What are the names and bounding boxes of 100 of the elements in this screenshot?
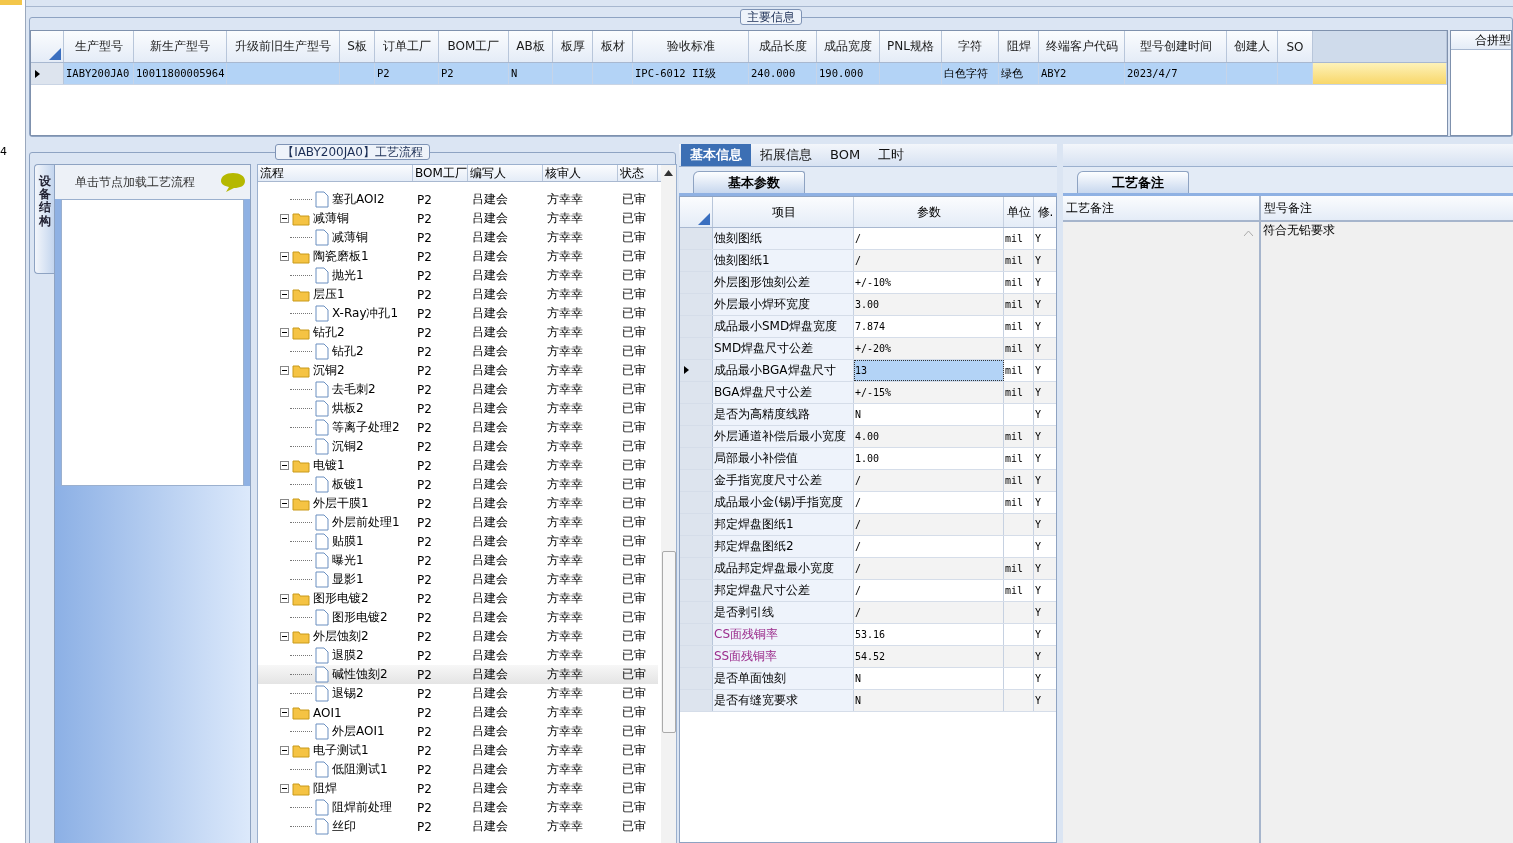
scrollbar[interactable] <box>661 165 676 843</box>
tree-row[interactable]: 阻焊前处理 P2 吕建会 方幸幸 已审 <box>258 798 658 817</box>
row-header[interactable] <box>31 63 64 84</box>
tree-row[interactable]: 阻焊 P2 吕建会 方幸幸 已审 <box>258 779 658 798</box>
scroll-up-icon[interactable] <box>664 170 673 176</box>
tree-row[interactable]: 退锡2 P2 吕建会 方幸幸 已审 <box>258 684 658 703</box>
column-header[interactable]: 核审人 <box>543 165 618 181</box>
tree-row[interactable]: X-Ray冲孔1 P2 吕建会 方幸幸 已审 <box>258 304 658 323</box>
column-header[interactable]: 单位 <box>1004 197 1034 227</box>
column-header[interactable]: 型号创建时间 <box>1125 31 1227 62</box>
tree-row[interactable]: 曝光1 P2 吕建会 方幸幸 已审 <box>258 551 658 570</box>
scroll-thumb[interactable] <box>661 551 676 733</box>
tree-row[interactable]: AOI1 P2 吕建会 方幸幸 已审 <box>258 703 658 722</box>
tree-row[interactable]: 电镀1 P2 吕建会 方幸幸 已审 <box>258 456 658 475</box>
table-cell[interactable]: / <box>854 470 1004 491</box>
table-cell[interactable]: / <box>854 602 1004 623</box>
collapse-icon[interactable] <box>280 594 289 603</box>
tree-row[interactable]: 外层蚀刻2 P2 吕建会 方幸幸 已审 <box>258 627 658 646</box>
column-header[interactable]: 板材 <box>593 31 633 62</box>
vertical-tab[interactable]: 设备结构 <box>34 164 54 274</box>
table-cell[interactable]: 13 <box>854 360 1004 381</box>
tree-row[interactable]: 图形电镀2 P2 吕建会 方幸幸 已审 <box>258 589 658 608</box>
column-header[interactable]: 升级前旧生产型号 <box>227 31 340 62</box>
tree-row[interactable]: 丝印 P2 吕建会 方幸幸 已审 <box>258 817 658 836</box>
table-cell[interactable]: / <box>854 558 1004 579</box>
collapse-icon[interactable] <box>280 708 289 717</box>
tab[interactable]: 基本参数 <box>693 171 805 193</box>
tree-row[interactable]: 电子测试1 P2 吕建会 方幸幸 已审 <box>258 741 658 760</box>
column-header[interactable]: PNL规格 <box>880 31 942 62</box>
column-header[interactable]: 验收标准 <box>633 31 749 62</box>
tree-row[interactable]: 退膜2 P2 吕建会 方幸幸 已审 <box>258 646 658 665</box>
tree-row[interactable]: 钻孔2 P2 吕建会 方幸幸 已审 <box>258 323 658 342</box>
column-header[interactable]: BOM工厂 <box>413 165 468 181</box>
tree-row[interactable]: 沉铜2 P2 吕建会 方幸幸 已审 <box>258 437 658 456</box>
text-area[interactable]: 符合无铅要求 <box>1261 222 1513 843</box>
collapse-icon[interactable] <box>280 784 289 793</box>
table-cell[interactable]: 1.00 <box>854 448 1004 469</box>
collapse-icon[interactable] <box>280 328 289 337</box>
table-cell[interactable]: / <box>854 514 1004 535</box>
column-header[interactable]: 参数 <box>854 197 1004 227</box>
tree-row[interactable]: 贴膜1 P2 吕建会 方幸幸 已审 <box>258 532 658 551</box>
table-cell[interactable]: N <box>854 404 1004 425</box>
collapse-icon[interactable] <box>280 461 289 470</box>
tree-row[interactable]: 沉铜2 P2 吕建会 方幸幸 已审 <box>258 361 658 380</box>
tree-row[interactable]: 图形电镀2 P2 吕建会 方幸幸 已审 <box>258 608 658 627</box>
tree-row[interactable]: 抛光1 P2 吕建会 方幸幸 已审 <box>258 266 658 285</box>
tree-row[interactable]: 碱性蚀刻2 P2 吕建会 方幸幸 已审 <box>258 665 658 684</box>
tree-row[interactable]: 去毛刺2 P2 吕建会 方幸幸 已审 <box>258 380 658 399</box>
table-cell[interactable]: N <box>854 668 1004 689</box>
column-header[interactable]: 阻焊 <box>999 31 1039 62</box>
tree-row[interactable]: 外层干膜1 P2 吕建会 方幸幸 已审 <box>258 494 658 513</box>
tree-row[interactable]: 层压1 P2 吕建会 方幸幸 已审 <box>258 285 658 304</box>
column-header[interactable]: 项目 <box>713 197 854 227</box>
collapse-icon[interactable] <box>280 632 289 641</box>
tree-row[interactable]: 低阻测试1 P2 吕建会 方幸幸 已审 <box>258 760 658 779</box>
table-cell[interactable]: / <box>854 228 1004 249</box>
collapse-icon[interactable] <box>280 252 289 261</box>
table-cell[interactable]: +/-15% <box>854 382 1004 403</box>
column-header[interactable]: 成品宽度 <box>817 31 880 62</box>
column-header[interactable]: 新生产型号 <box>134 31 227 62</box>
tab[interactable]: 工艺备注 <box>1077 171 1189 193</box>
table-cell[interactable]: 54.52 <box>854 646 1004 667</box>
tree-row[interactable]: 烘板2 P2 吕建会 方幸幸 已审 <box>258 399 658 418</box>
column-header[interactable]: 终端客户代码 <box>1039 31 1125 62</box>
column-header[interactable]: 字符 <box>942 31 999 62</box>
table-cell[interactable]: +/-10% <box>854 272 1004 293</box>
table-cell[interactable]: N <box>854 690 1004 711</box>
tab[interactable]: 基本信息 <box>681 144 751 166</box>
tree-row[interactable]: 等离子处理2 P2 吕建会 方幸幸 已审 <box>258 418 658 437</box>
column-header[interactable]: 创建人 <box>1227 31 1278 62</box>
row-header[interactable] <box>680 360 713 381</box>
column-header[interactable]: 板厚 <box>553 31 593 62</box>
column-header[interactable]: BOM工厂 <box>439 31 509 62</box>
tree-row[interactable]: 钻孔2 P2 吕建会 方幸幸 已审 <box>258 342 658 361</box>
table-cell[interactable]: / <box>854 580 1004 601</box>
table-cell[interactable]: +/-20% <box>854 338 1004 359</box>
collapse-icon[interactable] <box>280 214 289 223</box>
column-header[interactable]: 流程 <box>258 165 413 181</box>
tree-row[interactable]: 塞孔AOI2 P2 吕建会 方幸幸 已审 <box>258 190 658 209</box>
column-header[interactable]: 修. <box>1034 197 1056 227</box>
column-header[interactable]: 生产型号 <box>64 31 134 62</box>
tree-row[interactable]: 显影1 P2 吕建会 方幸幸 已审 <box>258 570 658 589</box>
table-cell[interactable]: 4.00 <box>854 426 1004 447</box>
tree-row[interactable]: 外层前处理1 P2 吕建会 方幸幸 已审 <box>258 513 658 532</box>
column-header[interactable]: 编写人 <box>468 165 543 181</box>
tree-row[interactable]: 板镀1 P2 吕建会 方幸幸 已审 <box>258 475 658 494</box>
column-header[interactable]: 状态 <box>618 165 658 181</box>
tab[interactable]: BOM <box>821 144 870 166</box>
collapse-icon[interactable] <box>280 746 289 755</box>
table-cell[interactable]: / <box>854 492 1004 513</box>
tab[interactable]: 拓展信息 <box>751 144 821 166</box>
column-header[interactable]: AB板 <box>509 31 553 62</box>
column-header[interactable]: S板 <box>340 31 375 62</box>
tree-row[interactable]: 减薄铜 P2 吕建会 方幸幸 已审 <box>258 209 658 228</box>
tab[interactable]: 工时 <box>869 144 914 166</box>
collapse-icon[interactable] <box>280 366 289 375</box>
table-cell[interactable]: 3.00 <box>854 294 1004 315</box>
collapse-icon[interactable] <box>280 290 289 299</box>
table-cell[interactable]: 53.16 <box>854 624 1004 645</box>
table-cell[interactable]: 7.874 <box>854 316 1004 337</box>
